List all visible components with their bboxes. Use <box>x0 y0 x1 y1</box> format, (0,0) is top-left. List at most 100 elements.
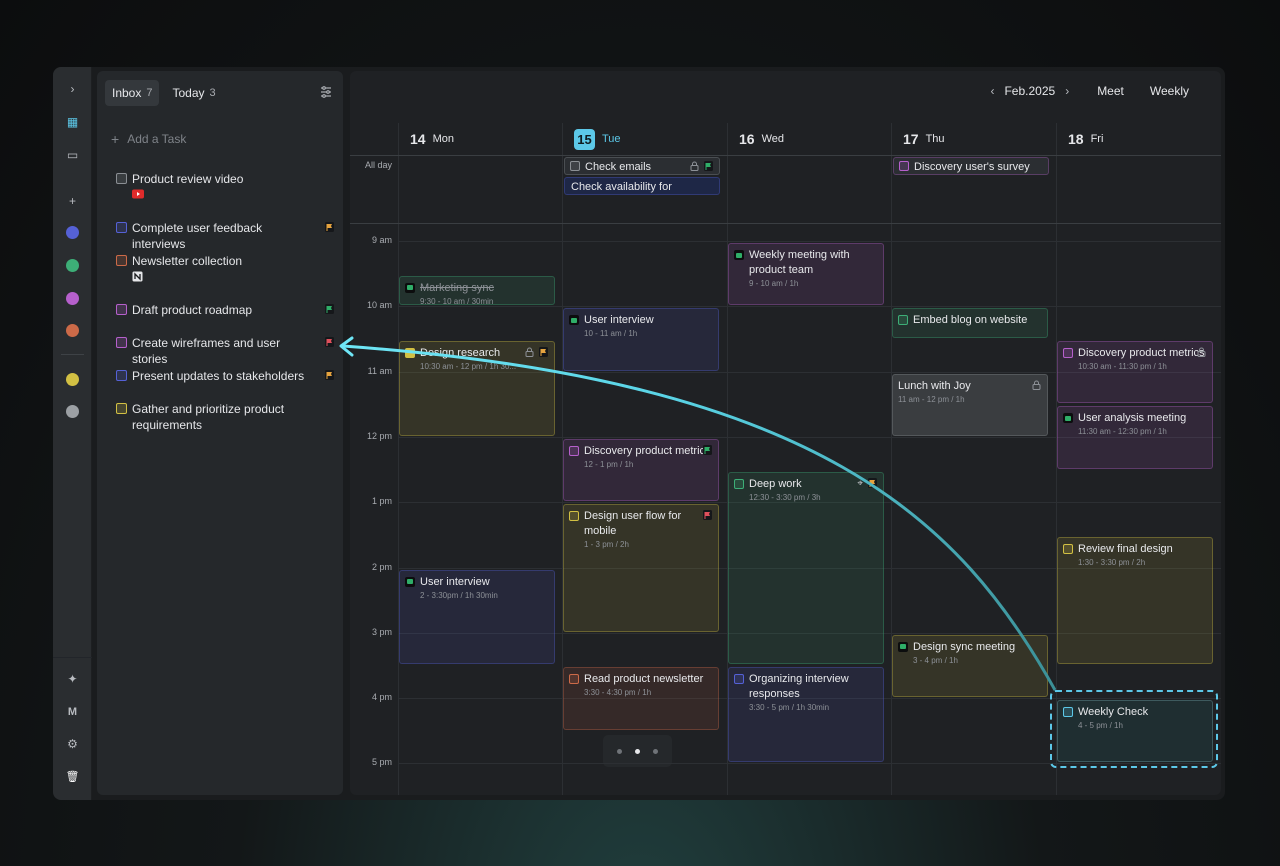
calendar-event[interactable]: User analysis meeting 11:30 am - 12:30 pm… <box>1057 406 1213 469</box>
calendar-event[interactable]: User interview 10 - 11 am / 1h <box>563 308 719 371</box>
day-header[interactable]: 17 Thu <box>903 126 945 152</box>
day-header[interactable]: 18 Fri <box>1068 126 1103 152</box>
event-title: Weekly meeting with product team <box>749 249 850 276</box>
calendar-event[interactable]: Design user flow for mobile 1 - 3 pm / 2h <box>563 504 719 632</box>
calendar-event[interactable]: Marketing sync 9:30 - 10 am / 30min <box>399 275 555 306</box>
app-window: › ▦ ▭ + ✦ M ⚙ 🗑 Inbox 7 Today 3 + Add a Task Produ… <box>53 67 1225 800</box>
hour-label: 3 pm <box>371 626 392 637</box>
task-title: Newsletter collection <box>132 254 243 268</box>
calendar-event[interactable]: Discovery product metrics 10:30 am - 11:3… <box>1057 340 1213 404</box>
filter-icon[interactable] <box>319 85 333 99</box>
allday-label: All day <box>364 160 392 170</box>
project-color-item[interactable] <box>53 368 92 390</box>
project-color-item[interactable] <box>53 319 92 341</box>
event-checkbox[interactable] <box>734 674 744 685</box>
day-number: 17 <box>903 131 919 147</box>
event-title: Embed blog on website <box>913 314 1028 327</box>
pager <box>603 735 672 767</box>
calendar-event[interactable]: Discovery product metrics 12 - 1 pm / 1h <box>563 438 719 502</box>
event-checkbox[interactable] <box>569 445 579 456</box>
hour-label: 5 pm <box>371 757 392 768</box>
task-title: Create wireframes and user stories <box>132 336 281 366</box>
calendar-event[interactable]: User interview 2 - 3:30pm / 1h 30min <box>399 569 555 665</box>
project-color-item[interactable] <box>53 254 92 276</box>
task-checkbox[interactable] <box>116 173 127 184</box>
event-time: 1:30 - 3:30 pm / 2h <box>1078 557 1146 567</box>
project-color-item[interactable] <box>53 221 92 243</box>
weekly-button[interactable]: Weekly <box>1150 84 1189 98</box>
calendar-event[interactable]: Review final design 1:30 - 3:30 pm / 2h <box>1057 536 1213 665</box>
plus-icon[interactable]: + <box>53 190 92 212</box>
event-checkbox[interactable] <box>570 161 580 171</box>
calendar-icon[interactable]: ▦ <box>53 111 92 133</box>
notion-icon <box>132 271 143 282</box>
event-checkbox[interactable] <box>405 347 415 358</box>
event-checkbox[interactable] <box>569 674 579 685</box>
brand-icon[interactable]: M <box>53 701 92 723</box>
meet-button[interactable]: Meet <box>1097 84 1124 98</box>
calendar-event[interactable]: Organizing interview responses 3:30 - 5 p… <box>728 667 884 763</box>
month-label: Feb.2025 <box>1004 84 1056 98</box>
project-color-item[interactable] <box>53 287 92 309</box>
tab-inbox[interactable]: Inbox 7 <box>105 80 160 106</box>
calendar-event[interactable]: Design research 10:30 am - 12 pm / 1h 30.… <box>399 340 555 436</box>
task-checkbox[interactable] <box>116 222 127 233</box>
add-task-button[interactable]: + Add a Task <box>111 131 186 147</box>
color-dot-icon <box>66 291 79 305</box>
calendar-event[interactable]: Design sync meeting 3 - 4 pm / 1h <box>892 634 1048 698</box>
allday-event[interactable]: Check emails <box>564 157 720 175</box>
calendar-toolbar: ‹ Feb.2025 › Meet Weekly <box>990 71 1221 111</box>
event-title: Organizing interview responses <box>749 673 849 701</box>
event-checkbox[interactable] <box>898 315 908 326</box>
day-name: Thu <box>925 133 945 145</box>
calendar-event[interactable]: Embed blog on website <box>892 308 1048 338</box>
task-checkbox[interactable] <box>116 337 127 348</box>
hour-label: 4 pm <box>371 692 392 703</box>
task-checkbox[interactable] <box>116 370 127 381</box>
calendar-event[interactable]: Read product newsletter 3:30 - 4:30 pm / … <box>563 667 719 730</box>
chevron-right-icon[interactable]: › <box>53 78 92 100</box>
next-arrow-icon[interactable]: › <box>1065 84 1069 98</box>
task-title: Complete user feedback interviews <box>132 221 263 251</box>
event-checkbox[interactable] <box>569 511 579 522</box>
event-time: 10 - 11 am / 1h <box>584 329 638 339</box>
calendar-event[interactable]: Weekly meeting with product team 9 - 10 a… <box>728 243 884 306</box>
calendar-event[interactable]: Lunch with Joy 11 am - 12 pm / 1h <box>892 373 1048 436</box>
allday-event[interactable]: Check availability for interview <box>564 177 720 195</box>
color-dot-icon <box>66 225 79 239</box>
day-header[interactable]: 16 Wed <box>739 126 784 152</box>
event-checkbox[interactable] <box>1063 543 1073 554</box>
event-checkbox[interactable] <box>899 161 909 171</box>
day-header[interactable]: 14 Mon <box>410 126 454 152</box>
color-dot-icon <box>66 404 79 418</box>
hour-label: 1 pm <box>371 496 392 507</box>
event-checkbox[interactable] <box>1063 347 1073 358</box>
calendar-event[interactable]: Deep work 12:30 - 3:30 pm / 3h ⌖ <box>728 471 884 665</box>
event-time: 10:30 am - 12 pm / 1h 30... <box>420 361 517 371</box>
tab-today[interactable]: Today 3 <box>165 80 222 106</box>
event-title: User analysis meeting <box>1078 412 1187 425</box>
event-time: 3:30 - 4:30 pm / 1h <box>584 688 652 698</box>
folder-icon[interactable]: ▭ <box>53 144 92 166</box>
flag-icon <box>325 370 334 380</box>
pager-dot[interactable] <box>653 748 658 754</box>
trash-icon[interactable]: 🗑 <box>53 765 92 787</box>
pager-dot[interactable] <box>635 748 640 754</box>
pager-dot[interactable] <box>617 748 622 754</box>
task-checkbox[interactable] <box>116 304 127 315</box>
flag-icon <box>704 161 713 171</box>
event-checkbox[interactable] <box>734 478 744 489</box>
allday-event[interactable]: Discovery user's survey <box>893 157 1049 175</box>
flag-icon <box>868 477 877 488</box>
project-color-item[interactable] <box>53 400 92 422</box>
tab-count: 7 <box>146 87 153 99</box>
task-checkbox[interactable] <box>116 255 127 266</box>
settings-icon[interactable]: ⚙ <box>53 733 92 755</box>
task-checkbox[interactable] <box>116 403 127 414</box>
event-title: Read product newsletter <box>584 673 704 686</box>
prev-arrow-icon[interactable]: ‹ <box>990 84 994 98</box>
sparkle-icon[interactable]: ✦ <box>53 668 92 690</box>
hour-label: 9 am <box>371 235 392 245</box>
flag-icon <box>703 444 712 455</box>
day-header[interactable]: 15 Tue <box>574 126 621 152</box>
